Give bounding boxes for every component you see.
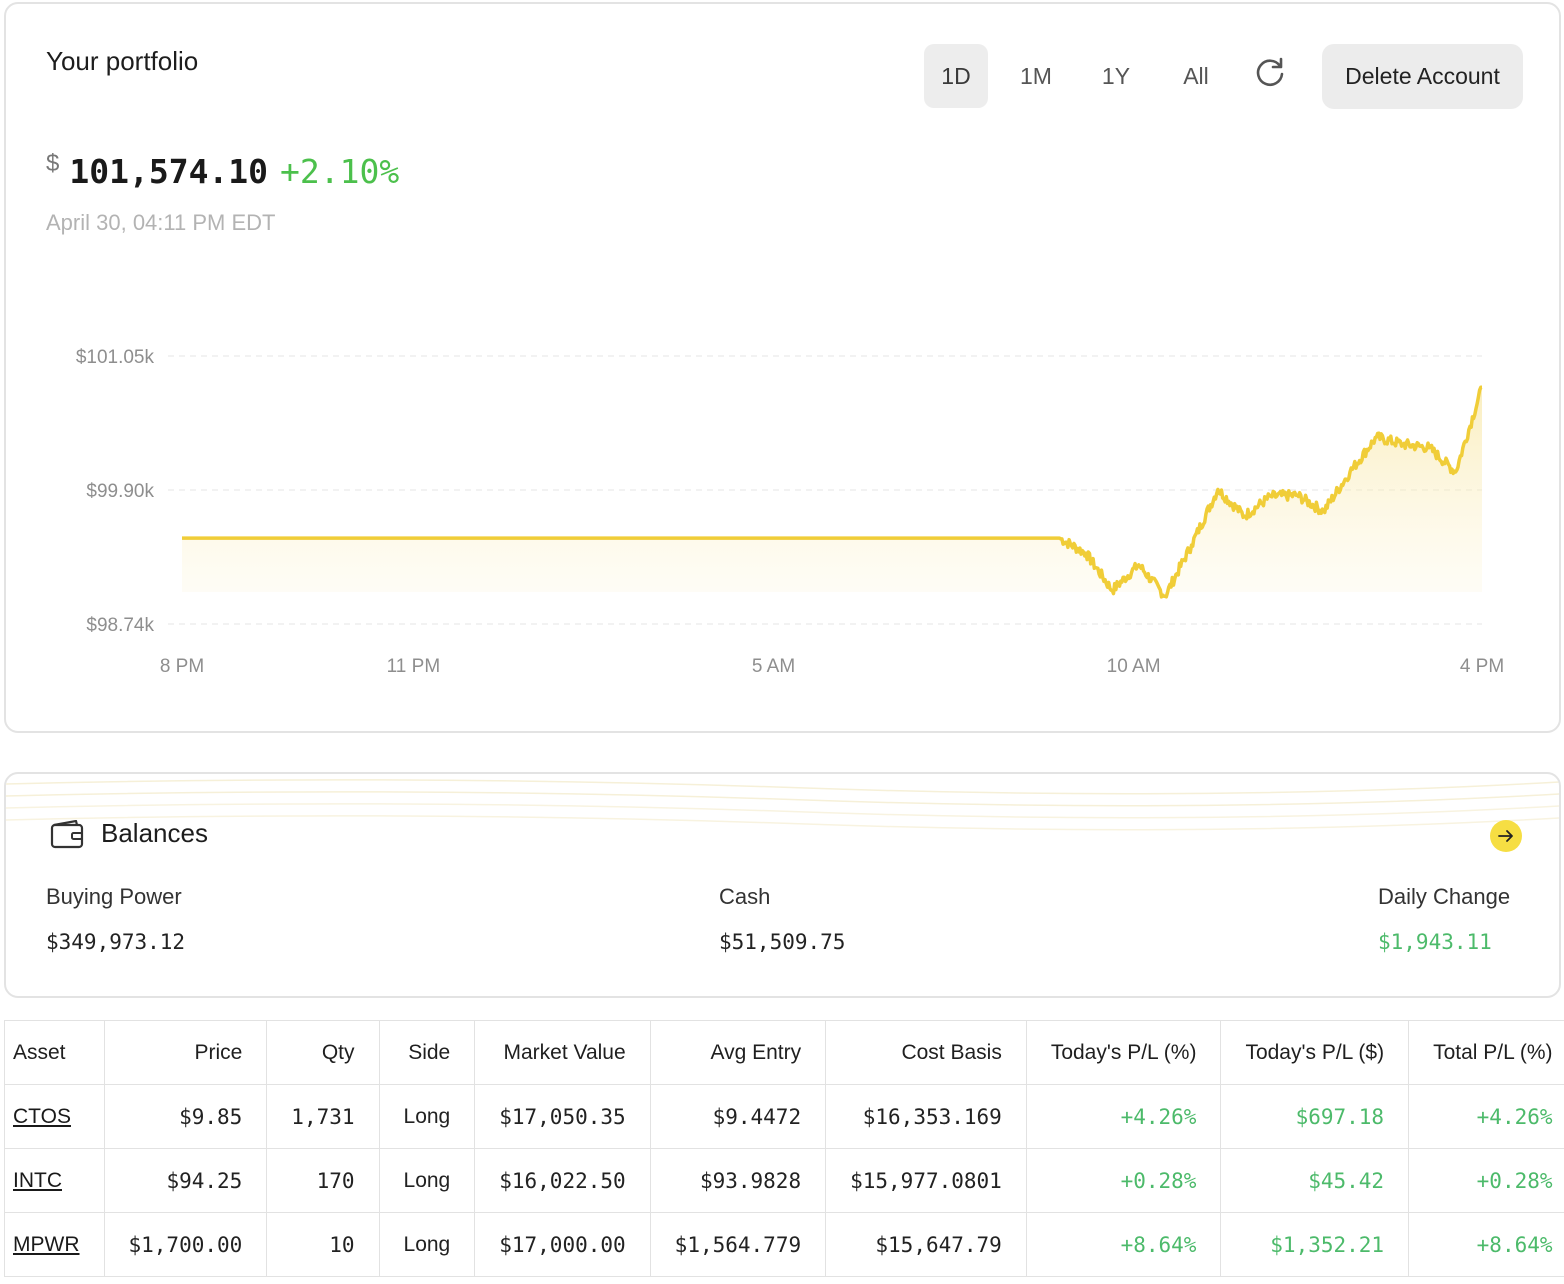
price-cell: $9.85 [104, 1084, 268, 1149]
balances-arrow-button[interactable] [1490, 820, 1522, 852]
avg-entry-cell: $93.9828 [650, 1148, 827, 1213]
portfolio-card: Your portfolio 1D 1M 1Y All Delete Accou… [4, 2, 1561, 733]
today-pl-pct-cell: +0.28% [1026, 1148, 1222, 1213]
table-row[interactable]: MPWR $1,700.00 10 Long $17,000.00 $1,564… [4, 1212, 1564, 1277]
qty-cell: 10 [266, 1212, 380, 1277]
cash-value: $51,509.75 [719, 930, 846, 954]
table-header-row: Asset Price Qty Side Market Value Avg En… [4, 1020, 1564, 1085]
cash-label: Cash [719, 884, 771, 909]
header-asset[interactable]: Asset [4, 1020, 105, 1085]
buying-power-label: Buying Power [46, 884, 182, 909]
price-cell: $94.25 [104, 1148, 268, 1213]
daily-change-label: Daily Change [1378, 884, 1511, 909]
header-price[interactable]: Price [103, 1020, 268, 1085]
header-today-pl-pct[interactable]: Today's P/L (%) [1025, 1020, 1222, 1085]
asset-link[interactable]: INTC [4, 1148, 105, 1213]
qty-cell: 170 [266, 1148, 380, 1213]
price-cell: $1,700.00 [104, 1212, 268, 1277]
x-tick-label: 4 PM [1460, 656, 1504, 677]
cost-basis-cell: $16,353.169 [825, 1084, 1027, 1149]
avg-entry-cell: $9.4472 [650, 1084, 827, 1149]
daily-change-value: $1,943.11 [1378, 930, 1492, 954]
asset-link[interactable]: CTOS [4, 1084, 105, 1149]
table-row[interactable]: INTC $94.25 170 Long $16,022.50 $93.9828… [4, 1148, 1564, 1213]
table-row[interactable]: CTOS $9.85 1,731 Long $17,050.35 $9.4472… [4, 1084, 1564, 1149]
side-cell: Long [379, 1084, 476, 1149]
asset-link[interactable]: MPWR [4, 1212, 105, 1277]
today-pl-usd-cell: $45.42 [1220, 1148, 1410, 1213]
arrow-right-icon [1498, 830, 1513, 842]
side-cell: Long [379, 1148, 476, 1213]
total-pl-pct-cell: +0.28% [1408, 1148, 1564, 1213]
today-pl-usd-cell: $697.18 [1220, 1084, 1410, 1149]
total-pl-pct-cell: +8.64% [1408, 1212, 1564, 1277]
portfolio-chart: $101.05k $99.90k $98.74k 8 PM 11 PM 5 AM 10 A… [76, 347, 1504, 677]
header-avg-entry[interactable]: Avg Entry [649, 1020, 827, 1085]
avg-entry-cell: $1,564.779 [650, 1212, 827, 1277]
header-cost-basis[interactable]: Cost Basis [825, 1020, 1027, 1085]
cost-basis-cell: $15,977.0801 [825, 1148, 1027, 1213]
x-tick-label: 10 AM [1107, 656, 1161, 677]
header-today-pl-usd[interactable]: Today's P/L ($) [1220, 1020, 1410, 1085]
header-total-pl-pct[interactable]: Total P/L (%) [1408, 1020, 1564, 1085]
x-tick-label: 5 AM [752, 656, 795, 677]
header-qty[interactable]: Qty [266, 1020, 380, 1085]
buying-power-value: $349,973.12 [46, 930, 186, 954]
market-value-cell: $17,050.35 [474, 1084, 651, 1149]
decorative-waves [6, 779, 1559, 831]
today-pl-pct-cell: +8.64% [1026, 1212, 1222, 1277]
y-tick-label: $98.74k [86, 615, 154, 636]
today-pl-usd-cell: $1,352.21 [1220, 1212, 1410, 1277]
y-tick-label: $101.05k [76, 347, 155, 368]
market-value-cell: $16,022.50 [474, 1148, 651, 1213]
side-cell: Long [379, 1212, 476, 1277]
wallet-icon [50, 820, 84, 849]
y-tick-label: $99.90k [86, 481, 154, 502]
balances-card: Balances Buying Power $349,973.12 Cash $… [4, 772, 1561, 998]
x-tick-label: 8 PM [160, 656, 204, 677]
balances-title: Balances [101, 818, 208, 848]
cost-basis-cell: $15,647.79 [825, 1212, 1027, 1277]
x-tick-label: 11 PM [387, 656, 441, 677]
qty-cell: 1,731 [266, 1084, 380, 1149]
header-side[interactable]: Side [378, 1020, 476, 1085]
total-pl-pct-cell: +4.26% [1408, 1084, 1564, 1149]
today-pl-pct-cell: +4.26% [1026, 1084, 1222, 1149]
market-value-cell: $17,000.00 [474, 1212, 651, 1277]
positions-table: Asset Price Qty Side Market Value Avg En… [4, 1020, 1564, 1277]
header-market-value[interactable]: Market Value [474, 1020, 651, 1085]
